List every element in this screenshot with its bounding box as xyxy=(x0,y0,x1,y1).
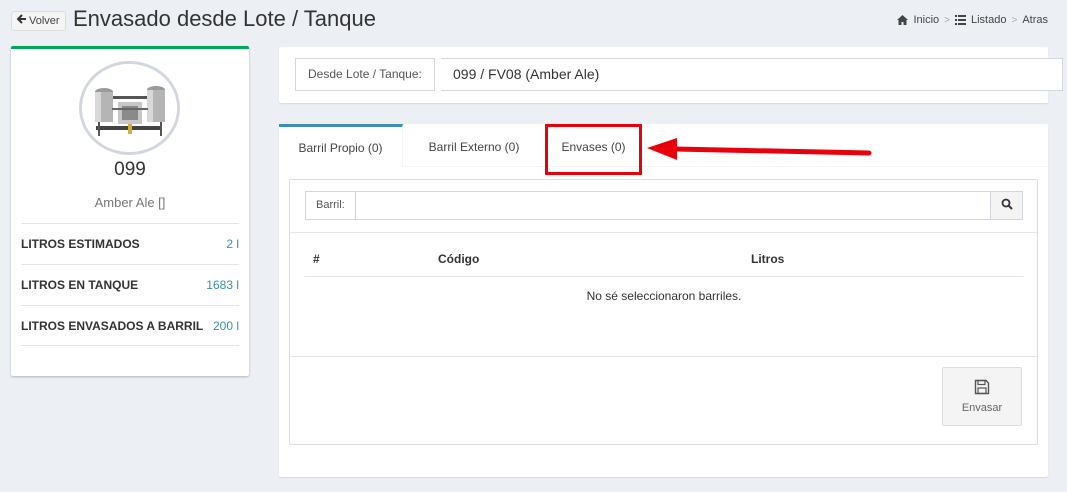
source-box: Desde Lote / Tanque: 099 / FV08 (Amber A… xyxy=(279,47,1063,103)
barrels-table: # Código Litros No sé seleccionaron barr… xyxy=(305,241,1023,315)
beer-style: Amber Ale [] xyxy=(94,195,166,210)
stats-list: LITROS ESTIMADOS 2 l LITROS EN TANQUE 16… xyxy=(21,223,239,346)
tank-image xyxy=(79,61,180,155)
envasar-button[interactable]: Envasar xyxy=(942,367,1022,426)
stat-label: LITROS ESTIMADOS xyxy=(21,237,140,251)
stat-litros-envasados: LITROS ENVASADOS A BARRIL 200 l xyxy=(21,305,239,346)
breadcrumb-listado[interactable]: Listado xyxy=(971,14,1006,26)
tab-body: Barril: # Código Litros No sé selecciona… xyxy=(290,180,1037,356)
tab-barril-externo[interactable]: Barril Externo (0) xyxy=(403,124,545,167)
stat-label: LITROS EN TANQUE xyxy=(21,278,139,292)
page-title: Envasado desde Lote / Tanque xyxy=(73,6,376,31)
search-button[interactable] xyxy=(990,191,1023,220)
batch-number: 099 xyxy=(114,159,146,180)
arrow-left-icon xyxy=(16,12,27,30)
page-header: Volver Envasado desde Lote / Tanque Inic… xyxy=(0,0,1067,42)
stat-value: 200 l xyxy=(212,318,239,333)
stat-label: LITROS ENVASADOS A BARRIL xyxy=(21,318,204,333)
breadcrumb-separator: > xyxy=(1011,14,1018,26)
stat-litros-estimados: LITROS ESTIMADOS 2 l xyxy=(21,223,239,264)
barrel-search-group: Barril: xyxy=(305,191,1023,220)
divider xyxy=(290,232,1037,233)
col-codigo: Código xyxy=(438,252,480,266)
tab-content: Barril: # Código Litros No sé selecciona… xyxy=(289,179,1038,445)
source-field[interactable]: 099 / FV08 (Amber Ale) xyxy=(441,58,1063,91)
tank-profile-card: 099 Amber Ale [] LITROS ESTIMADOS 2 l LI… xyxy=(11,46,249,376)
col-index: # xyxy=(313,252,320,266)
stat-litros-en-tanque: LITROS EN TANQUE 1683 l xyxy=(21,264,239,305)
col-litros: Litros xyxy=(751,252,785,266)
table-header: # Código Litros xyxy=(305,241,1023,277)
list-icon xyxy=(954,15,966,25)
breadcrumb-atras[interactable]: Atras xyxy=(1022,14,1048,26)
stat-value: 2 l xyxy=(226,237,239,251)
back-button[interactable]: Volver xyxy=(11,11,66,31)
search-icon xyxy=(1001,197,1013,215)
breadcrumb: Inicio > Listado > Atras xyxy=(897,14,1048,26)
tab-envases[interactable]: Envases (0) xyxy=(545,124,642,167)
table-empty-message: No sé seleccionaron barriles. xyxy=(586,289,742,303)
breadcrumb-home[interactable]: Inicio xyxy=(913,14,939,26)
stat-value: 1683 l xyxy=(206,278,239,292)
home-icon xyxy=(897,15,909,25)
envasar-label: Envasar xyxy=(961,402,1003,414)
tab-footer: Envasar xyxy=(290,356,1037,444)
tab-barril-propio[interactable]: Barril Propio (0) xyxy=(279,124,403,167)
annotation-arrow-icon xyxy=(645,136,873,173)
barrel-search-input[interactable] xyxy=(355,191,990,220)
source-label: Desde Lote / Tanque: xyxy=(295,58,435,91)
breadcrumb-separator: > xyxy=(944,14,950,26)
barrel-search-label: Barril: xyxy=(305,191,356,220)
packaging-tabs-box: Barril Propio (0) Barril Externo (0) Env… xyxy=(279,124,1048,477)
back-button-label: Volver xyxy=(29,15,60,27)
floppy-disk-icon xyxy=(974,379,990,398)
